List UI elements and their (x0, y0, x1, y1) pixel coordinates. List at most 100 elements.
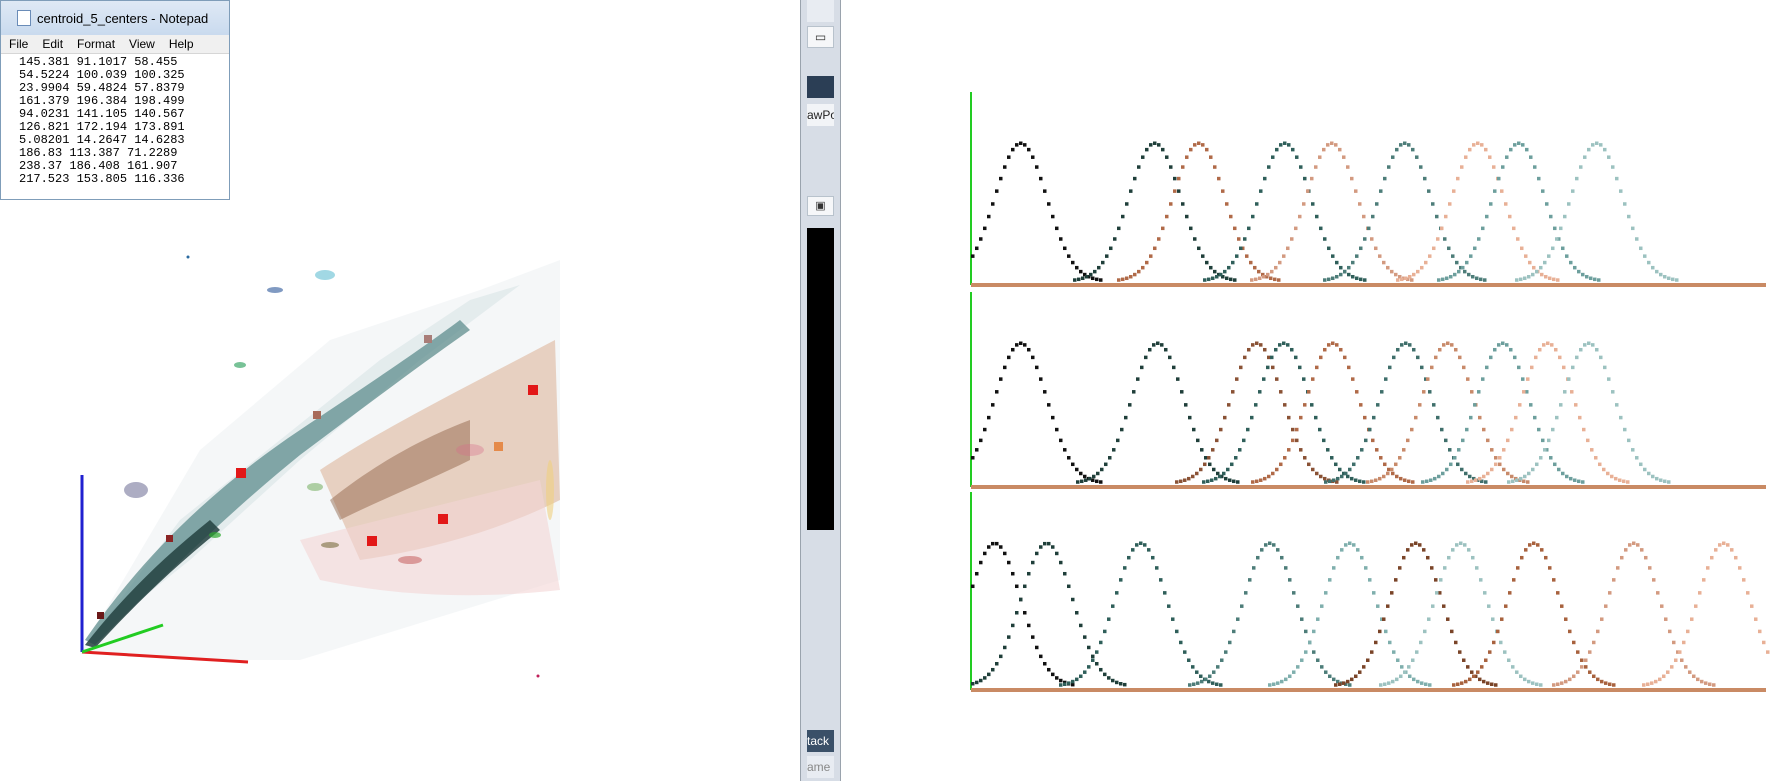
curve-point (1193, 143, 1197, 147)
color-scatter-plot[interactable] (0, 200, 800, 781)
text-area[interactable]: 145.381 91.1017 58.455 54.5224 100.039 10… (1, 54, 229, 186)
curve-point (1338, 682, 1342, 687)
curve-point (1422, 548, 1426, 552)
curve-point (1087, 645, 1091, 650)
curve-point (1043, 661, 1047, 666)
curve-point (1627, 214, 1631, 219)
curve-point (1121, 214, 1125, 219)
curve-point (1188, 415, 1192, 420)
curve-point (1547, 254, 1551, 258)
curve-point (1222, 471, 1226, 476)
curve-point (987, 545, 991, 549)
curve-point (1089, 272, 1093, 277)
curve-point (1250, 278, 1254, 282)
curve-point (1204, 677, 1208, 682)
curve-point (1498, 456, 1502, 460)
curve-point (1348, 467, 1352, 472)
curve-point (1234, 456, 1238, 460)
curve-point (1491, 617, 1495, 621)
window-icon[interactable]: ▭ (807, 26, 834, 48)
curve-point (1213, 269, 1217, 274)
background-window-strip[interactable]: ▭ awPo ▣ tack ame (801, 0, 840, 781)
curve-point (1197, 246, 1201, 251)
red-streak (398, 556, 422, 564)
curve-point (1262, 274, 1266, 279)
menu-help[interactable]: Help (162, 37, 201, 51)
gaussian-curve (971, 341, 1103, 484)
curve-point (1356, 548, 1360, 552)
curve-point (1355, 276, 1359, 281)
menu-format[interactable]: Format (70, 37, 122, 51)
pink-blob (456, 444, 484, 456)
notepad-titlebar[interactable]: centroid_5_centers - Notepad (1, 1, 229, 35)
curve-point (1444, 214, 1448, 219)
curve-point (1564, 617, 1568, 621)
curve-point (1292, 591, 1296, 595)
curve-point (1531, 272, 1535, 277)
curve-point (1441, 277, 1445, 282)
curve-point (1574, 403, 1578, 407)
curve-point (1596, 629, 1600, 634)
curve-point (1175, 480, 1179, 484)
curve-point (1451, 254, 1455, 258)
curve-point (1698, 591, 1702, 595)
curve-point (1575, 355, 1579, 360)
curve-point (1192, 427, 1196, 432)
curve-point (1555, 415, 1559, 420)
strip-tab[interactable]: awPo (807, 104, 834, 126)
curve-point (1299, 415, 1303, 420)
window-control-icon[interactable]: ▣ (807, 196, 834, 216)
curve-point (991, 541, 995, 546)
gaussian-curve (1202, 341, 1366, 484)
curve-point (1390, 591, 1394, 595)
stack-label[interactable]: tack (807, 730, 834, 752)
curve-point (1335, 260, 1339, 265)
curve-point (1271, 471, 1275, 476)
curve-point (1366, 658, 1370, 662)
menu-file[interactable]: File (1, 37, 35, 51)
curve-point (1428, 390, 1432, 394)
curve-point (1236, 480, 1240, 484)
curve-point (1055, 226, 1059, 231)
menu-view[interactable]: View (122, 37, 162, 51)
curve-point (1299, 165, 1303, 169)
curve-point (1177, 176, 1181, 181)
curve-point (1097, 265, 1101, 270)
curve-point (1525, 390, 1529, 394)
curve-point (1339, 347, 1343, 352)
curve-point (1490, 467, 1494, 472)
notepad-window[interactable]: centroid_5_centers - Notepad File Edit F… (0, 0, 230, 200)
curve-point (1348, 683, 1352, 687)
curve-point (1538, 347, 1542, 352)
color-space-3d-view[interactable]: centroid_5_centers - Notepad File Edit F… (0, 0, 801, 781)
curve-point (1414, 541, 1418, 545)
curve-point (1592, 674, 1596, 679)
curve-point (1507, 480, 1511, 484)
curve-point (1560, 604, 1564, 608)
menu-edit[interactable]: Edit (35, 37, 70, 51)
curve-point (1565, 474, 1569, 479)
curve-point (1579, 165, 1583, 169)
curve-point (1340, 474, 1344, 479)
curve-point (1224, 476, 1228, 481)
curve-point (1490, 448, 1494, 452)
curve-point (1379, 189, 1383, 193)
curve-point (1632, 541, 1636, 545)
curve-point (1518, 403, 1522, 407)
curve-point (1439, 578, 1443, 582)
curve-point (1680, 658, 1684, 662)
curve-point (1043, 390, 1047, 394)
curve-point (1508, 591, 1512, 595)
curve-point (1075, 467, 1079, 472)
gaussian-curves-view[interactable] (840, 0, 1778, 781)
curve-point (1395, 677, 1399, 682)
curve-point (1750, 604, 1754, 608)
curve-point (1461, 438, 1465, 443)
curve-point (1730, 548, 1734, 552)
curve-point (1482, 427, 1486, 432)
curve-point (1015, 343, 1019, 347)
curve-point (1156, 341, 1160, 345)
curve-point (1505, 343, 1509, 347)
curve-point (1464, 679, 1468, 684)
curve-point (1083, 635, 1087, 639)
